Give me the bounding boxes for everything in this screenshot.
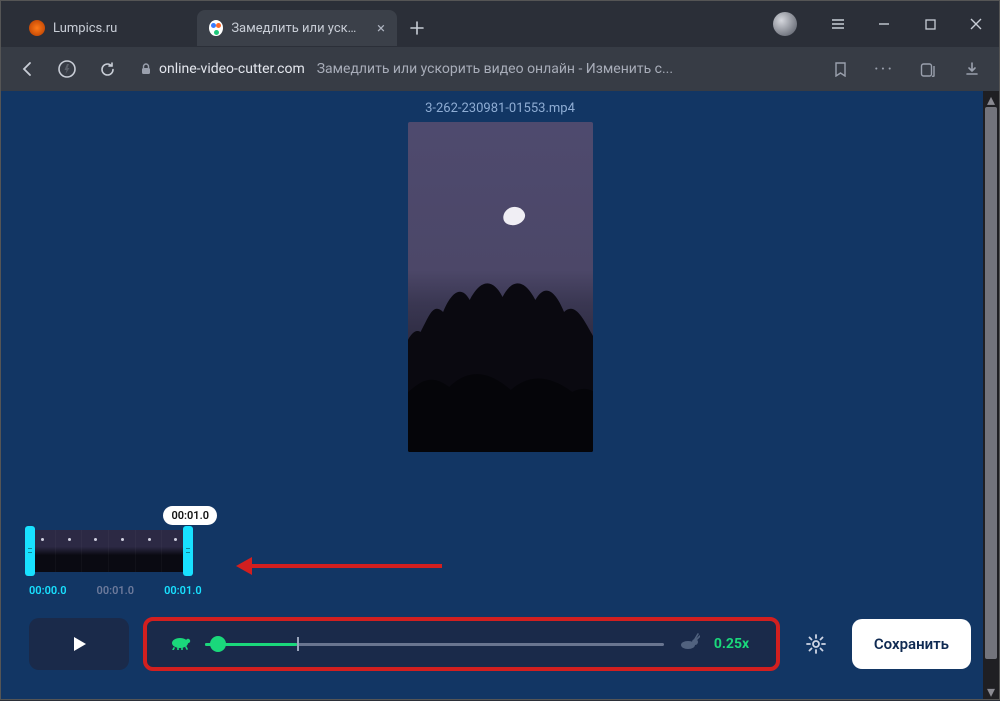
trim-handle-left[interactable] [25,526,35,576]
trees-silhouette [408,272,593,452]
speed-value: 0.25x [714,636,754,652]
clip-frames [29,530,189,572]
scroll-down-icon[interactable]: ▾ [983,683,999,699]
browser-titlebar: Lumpics.ru Замедлить или ускорит × [1,1,999,47]
timeline-clip[interactable]: 00:01.0 [29,530,189,578]
url-domain: online-video-cutter.com [159,61,305,77]
annotation-arrow [236,557,442,575]
controls-bar: 0.25x Сохранить [1,597,999,699]
timeline-area: 00:01.0 00:00.0 00:01.0 00:01.0 [1,530,999,597]
back-button[interactable] [11,53,43,85]
reload-button[interactable] [91,53,123,85]
timeline-timestamps: 00:00.0 00:01.0 00:01.0 [29,584,971,597]
time-start: 00:00.0 [29,584,67,597]
video-preview[interactable] [408,122,593,452]
close-icon[interactable]: × [377,19,385,37]
close-window-button[interactable] [953,1,999,47]
lock-icon [139,62,153,76]
address-bar: online-video-cutter.com Замедлить или ус… [1,47,999,91]
slider-knob[interactable] [210,636,226,652]
tab-label: Lumpics.ru [53,21,117,36]
speed-control: 0.25x [143,617,780,671]
video-filename: 3-262-230981-01553.mp4 [1,91,999,122]
url-field[interactable]: online-video-cutter.com Замедлить или ус… [139,53,673,85]
bookmark-button[interactable] [823,52,857,86]
minimize-button[interactable] [861,1,907,47]
speed-slider[interactable] [205,634,664,654]
downloads-button[interactable] [955,52,989,86]
tab-lumpics[interactable]: Lumpics.ru [17,10,197,46]
window-controls [773,1,999,47]
video-preview-wrap [1,122,999,452]
settings-button[interactable] [794,622,838,666]
profile-avatar[interactable] [773,12,797,36]
url-page-title: Замедлить или ускорить видео онлайн - Из… [317,61,673,77]
save-button[interactable]: Сохранить [852,619,971,669]
time-end: 00:01.0 [164,584,202,597]
menu-button[interactable] [815,1,861,47]
turtle-icon [169,634,191,654]
editor-page: 3-262-230981-01553.mp4 00:01.0 00:00.0 0… [1,91,999,699]
save-label: Сохранить [874,635,949,653]
scroll-up-icon[interactable]: ▴ [983,91,999,107]
yandex-home-button[interactable] [51,53,83,85]
rabbit-icon [678,633,700,655]
more-button[interactable]: ··· [867,52,901,86]
playhead-tooltip: 00:01.0 [163,506,217,525]
tab-video-cutter[interactable]: Замедлить или ускорит × [197,10,397,46]
play-button[interactable] [29,618,129,670]
favicon-cutter [209,20,223,36]
time-mid: 00:01.0 [97,584,135,597]
scroll-thumb[interactable] [985,107,997,659]
moon-shape [501,204,527,227]
trim-handle-right[interactable] [183,526,193,576]
vertical-scrollbar[interactable]: ▴ ▾ [983,91,999,699]
collections-button[interactable] [911,52,945,86]
tab-label: Замедлить или ускорит [231,21,361,36]
favicon-lumpics [29,20,45,36]
new-tab-button[interactable] [403,14,431,42]
maximize-button[interactable] [907,1,953,47]
